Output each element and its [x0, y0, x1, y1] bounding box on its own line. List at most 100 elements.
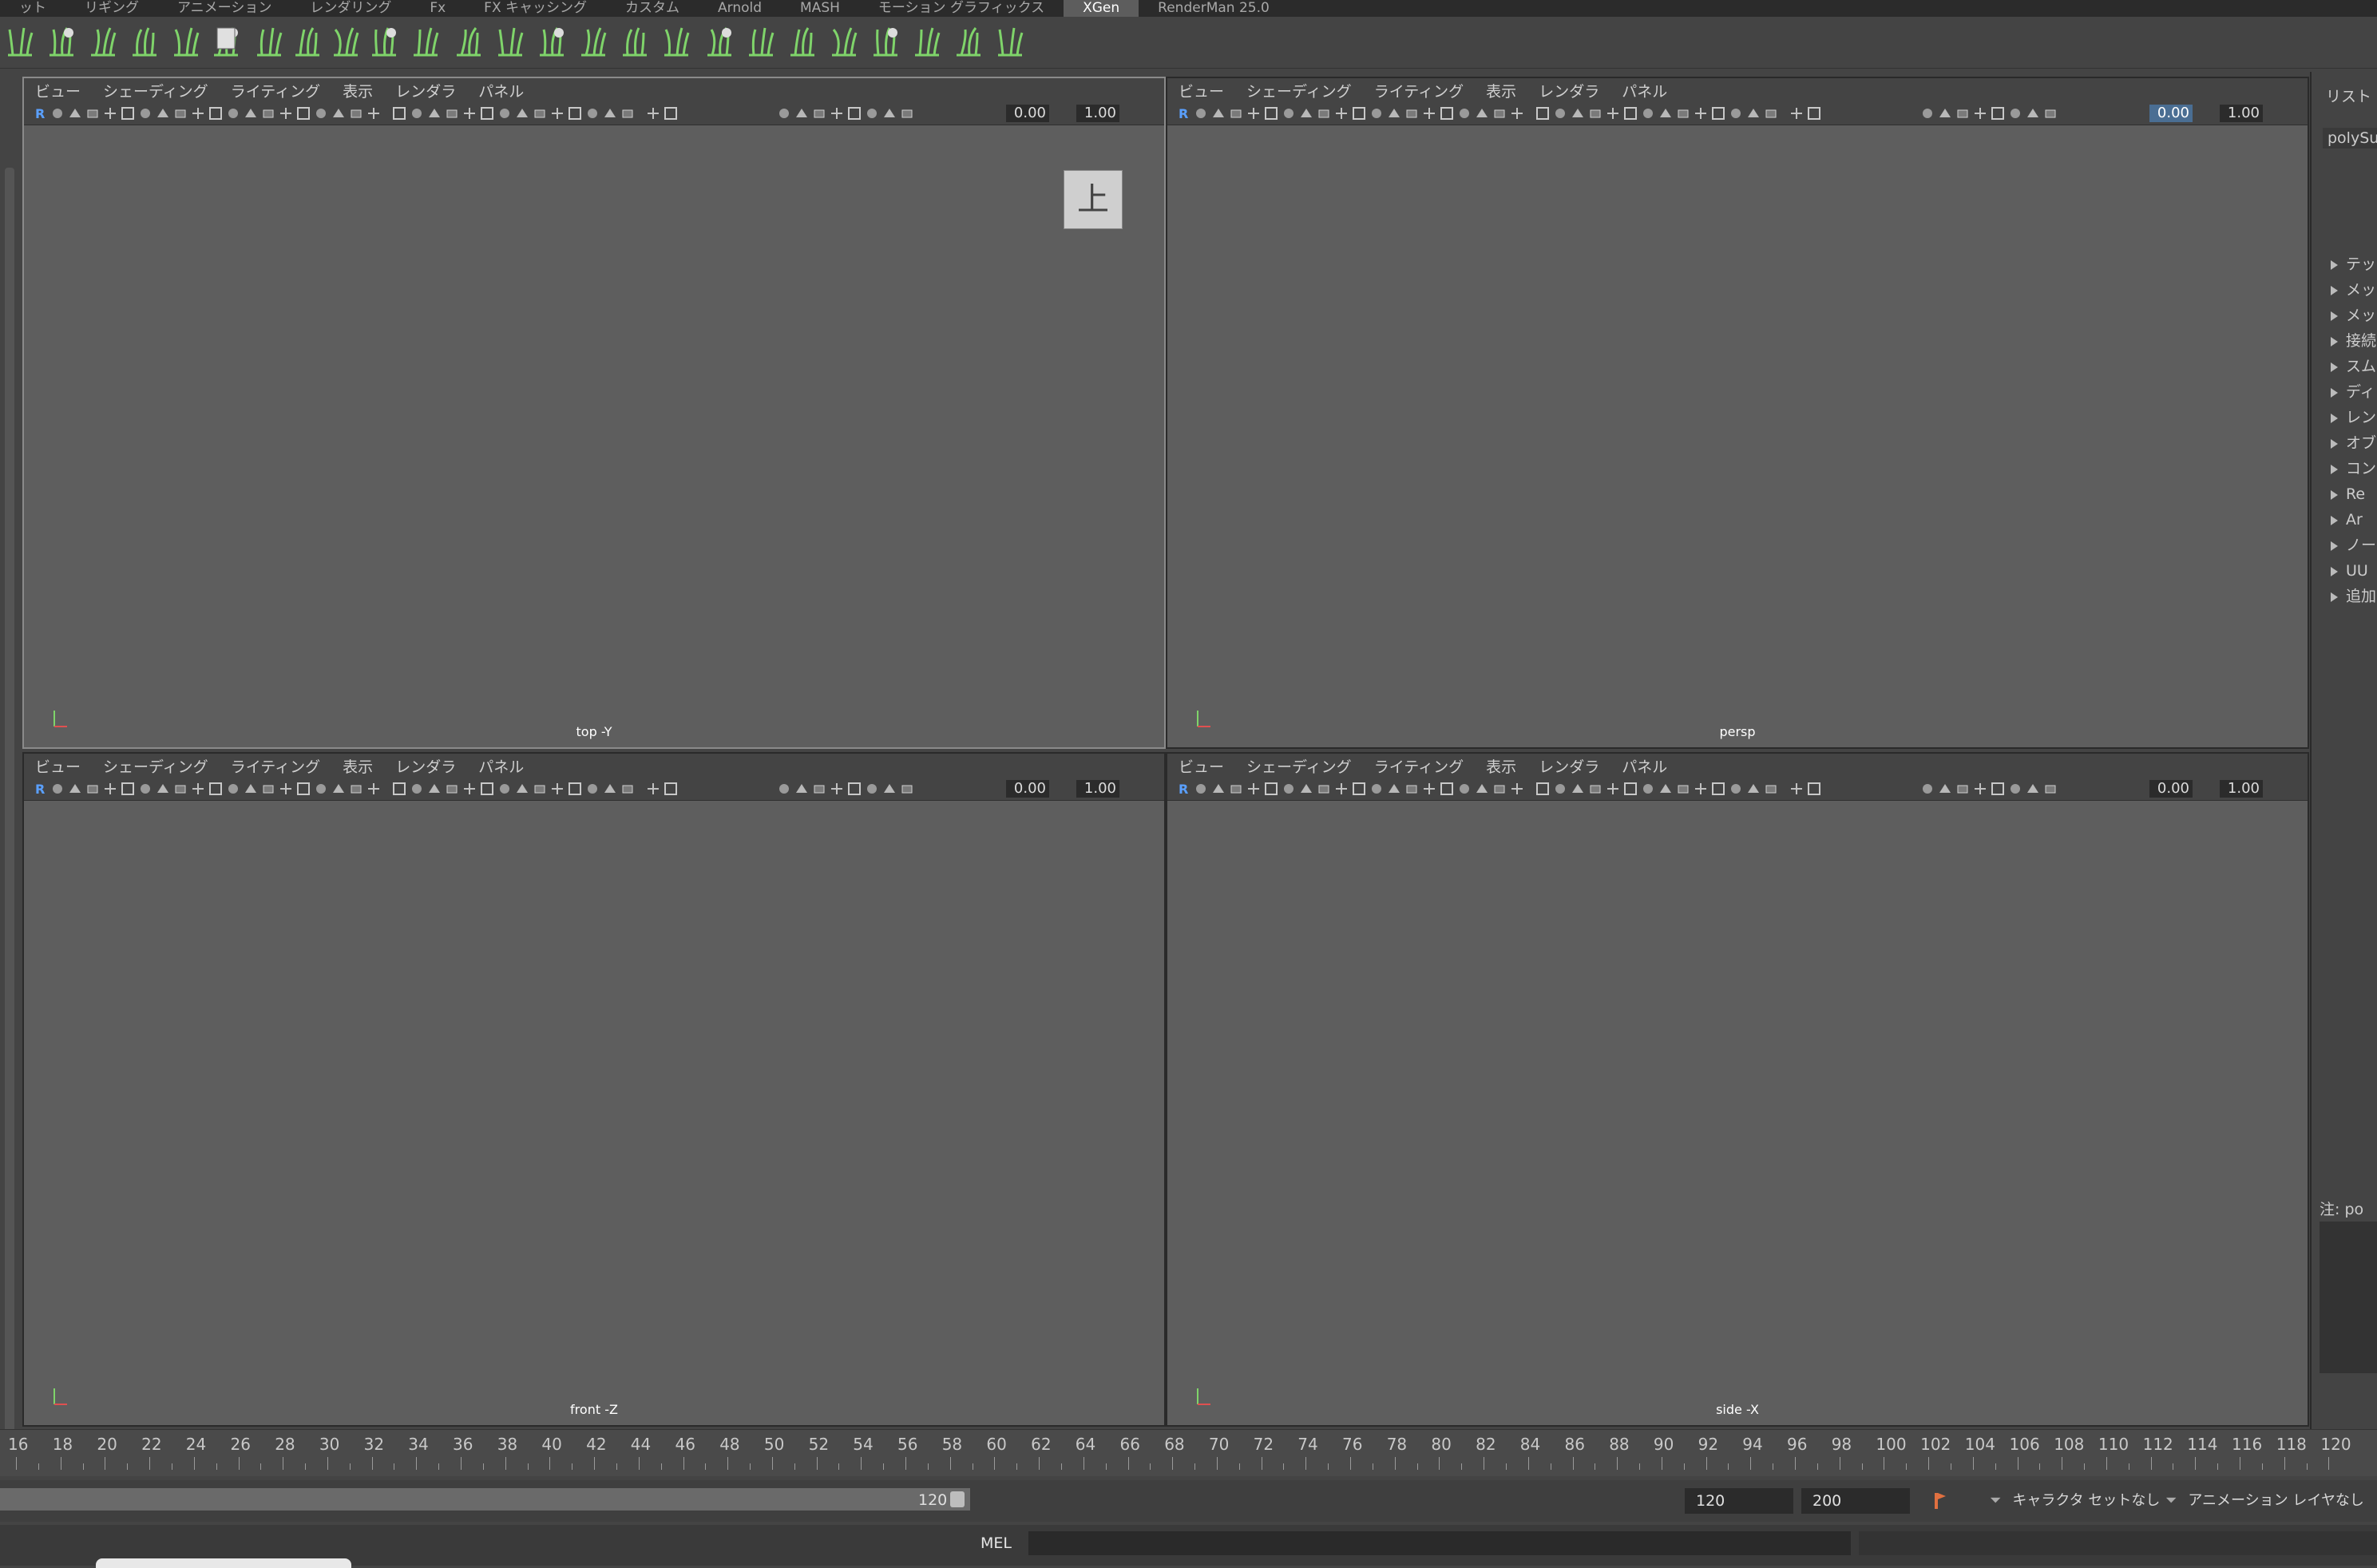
- gamma-field[interactable]: 1.00: [2220, 105, 2263, 122]
- viewport-menu-item[interactable]: ライティング: [220, 80, 331, 101]
- viewport-tool-icon[interactable]: [1552, 105, 1568, 121]
- xgen-tool-icon[interactable]: [409, 23, 442, 60]
- shelf-tab[interactable]: カスタム: [606, 0, 699, 17]
- anim-layer-dropdown[interactable]: ⏷ アニメーション レイヤなし: [2165, 1488, 2365, 1514]
- attribute-section[interactable]: 接続: [2331, 329, 2377, 353]
- viewport-tool-icon[interactable]: [1693, 105, 1709, 121]
- attribute-section[interactable]: Re: [2331, 482, 2377, 506]
- viewport-tool-icon[interactable]: [172, 105, 188, 121]
- viewport-tool-icon[interactable]: [260, 105, 276, 121]
- character-set-dropdown[interactable]: ⏷ キャラクタ セットなし: [1990, 1488, 2160, 1514]
- viewport-tool-icon[interactable]: [1298, 105, 1314, 121]
- viewport-tool-icon[interactable]: [1675, 105, 1691, 121]
- viewport-tool-icon[interactable]: [1456, 781, 1472, 797]
- viewport-tool-icon[interactable]: [1386, 105, 1402, 121]
- viewport-tool-icon[interactable]: [602, 781, 618, 797]
- attribute-section[interactable]: レン: [2331, 406, 2377, 430]
- attribute-section[interactable]: Ar: [2331, 508, 2377, 532]
- attribute-section[interactable]: メッ: [2331, 303, 2377, 327]
- viewport-tool-icon[interactable]: [567, 781, 583, 797]
- viewport-tool-icon[interactable]: [645, 781, 661, 797]
- viewport-menu-item[interactable]: レンダラ: [1527, 80, 1610, 101]
- xgen-tool-icon[interactable]: [869, 23, 902, 60]
- viewport-tool-icon[interactable]: [1972, 781, 1988, 797]
- viewport-tool-icon[interactable]: [584, 105, 600, 121]
- viewport-tool-icon[interactable]: [899, 105, 915, 121]
- viewport-menu-item[interactable]: レンダラ: [384, 755, 467, 777]
- viewport-tool-icon[interactable]: [444, 105, 460, 121]
- viewport-tool-icon[interactable]: [2042, 781, 2058, 797]
- range-slider-track[interactable]: [0, 1488, 970, 1511]
- viewport-menu-item[interactable]: パネル: [467, 80, 535, 101]
- xgen-tool-icon[interactable]: [128, 23, 161, 60]
- viewport-tool-icon[interactable]: [462, 781, 477, 797]
- viewport-tool-icon[interactable]: [1263, 781, 1279, 797]
- viewport-tool-icon[interactable]: [1789, 781, 1805, 797]
- viewport-tool-icon[interactable]: [846, 105, 862, 121]
- viewport-tool-icon[interactable]: [1404, 781, 1420, 797]
- viewport-tool-icon[interactable]: [1745, 781, 1761, 797]
- viewport-tool-icon[interactable]: [313, 105, 329, 121]
- viewport-menu-item[interactable]: シェーディング: [1235, 755, 1363, 777]
- viewport-side[interactable]: ビュー シェーディング ライティング 表示 レンダラ パネル R 0.00 1.00 side…: [1166, 752, 2309, 1427]
- shelf-tab[interactable]: ット: [0, 0, 65, 17]
- viewport-tool-icon[interactable]: [1210, 781, 1226, 797]
- attribute-section[interactable]: スム: [2331, 354, 2377, 378]
- viewport-tool-icon[interactable]: [409, 781, 425, 797]
- xgen-tool-icon[interactable]: [209, 23, 243, 60]
- viewport-tool-icon[interactable]: [348, 781, 364, 797]
- xgen-tool-icon[interactable]: [493, 23, 527, 60]
- viewport-tool-icon[interactable]: [1263, 105, 1279, 121]
- viewport-tool-icon[interactable]: [1439, 781, 1455, 797]
- viewport-tool-icon[interactable]: [602, 105, 618, 121]
- viewport-tool-icon[interactable]: [1587, 781, 1603, 797]
- viewport-tool-icon[interactable]: [1728, 781, 1744, 797]
- viewport-tool-icon[interactable]: [479, 105, 495, 121]
- view-cube[interactable]: 上: [1064, 170, 1123, 229]
- viewport-tool-icon[interactable]: [137, 781, 153, 797]
- viewport-tool-icon[interactable]: [67, 781, 83, 797]
- viewport-tool-icon[interactable]: [137, 105, 153, 121]
- viewport-tool-icon[interactable]: [514, 105, 530, 121]
- viewport-menu-item[interactable]: ライティング: [1363, 755, 1475, 777]
- command-input[interactable]: [1028, 1531, 1851, 1555]
- xgen-tool-icon[interactable]: [993, 23, 1027, 60]
- viewport-tool-icon[interactable]: [532, 105, 548, 121]
- viewport-tool-icon[interactable]: R: [32, 781, 48, 797]
- viewport-tool-icon[interactable]: [1937, 781, 1953, 797]
- viewport-menu-item[interactable]: レンダラ: [384, 80, 467, 101]
- viewport-tool-icon[interactable]: [1333, 781, 1349, 797]
- viewport-menu-item[interactable]: 表示: [331, 755, 384, 777]
- viewport-tool-icon[interactable]: [620, 781, 636, 797]
- viewport-tool-icon[interactable]: [2007, 105, 2023, 121]
- viewport-tool-icon[interactable]: [1806, 105, 1822, 121]
- viewport-tool-icon[interactable]: [1351, 781, 1367, 797]
- xgen-tool-icon[interactable]: [169, 23, 203, 60]
- viewport-tool-icon[interactable]: [2007, 781, 2023, 797]
- viewport-tool-icon[interactable]: [829, 781, 845, 797]
- shelf-tab[interactable]: レンダリング: [291, 0, 410, 17]
- viewport-tool-icon[interactable]: [120, 781, 136, 797]
- viewport-tool-icon[interactable]: [278, 781, 294, 797]
- gamma-field[interactable]: 1.00: [2220, 780, 2263, 798]
- viewport-tool-icon[interactable]: [497, 105, 513, 121]
- viewport-tool-icon[interactable]: [794, 781, 810, 797]
- viewport-tool-icon[interactable]: [1509, 105, 1525, 121]
- attribute-section[interactable]: ノー: [2331, 533, 2377, 557]
- viewport-tool-icon[interactable]: [1990, 105, 2006, 121]
- attribute-section[interactable]: 追加: [2331, 584, 2377, 608]
- viewport-tool-icon[interactable]: [444, 781, 460, 797]
- viewport-tool-icon[interactable]: [2025, 105, 2041, 121]
- viewport-menu-item[interactable]: 表示: [1475, 80, 1527, 101]
- viewport-tool-icon[interactable]: [1246, 781, 1262, 797]
- viewport-menu-item[interactable]: ビュー: [24, 80, 92, 101]
- viewport-tool-icon[interactable]: [366, 781, 382, 797]
- viewport-tool-icon[interactable]: [331, 105, 347, 121]
- viewport-tool-icon[interactable]: [1675, 781, 1691, 797]
- viewport-tool-icon[interactable]: [155, 781, 171, 797]
- viewport-tool-icon[interactable]: [864, 105, 880, 121]
- viewport-tool-icon[interactable]: [1535, 781, 1551, 797]
- viewport-tool-icon[interactable]: [50, 781, 65, 797]
- viewport-tool-icon[interactable]: [102, 105, 118, 121]
- xgen-tool-icon[interactable]: [618, 23, 652, 60]
